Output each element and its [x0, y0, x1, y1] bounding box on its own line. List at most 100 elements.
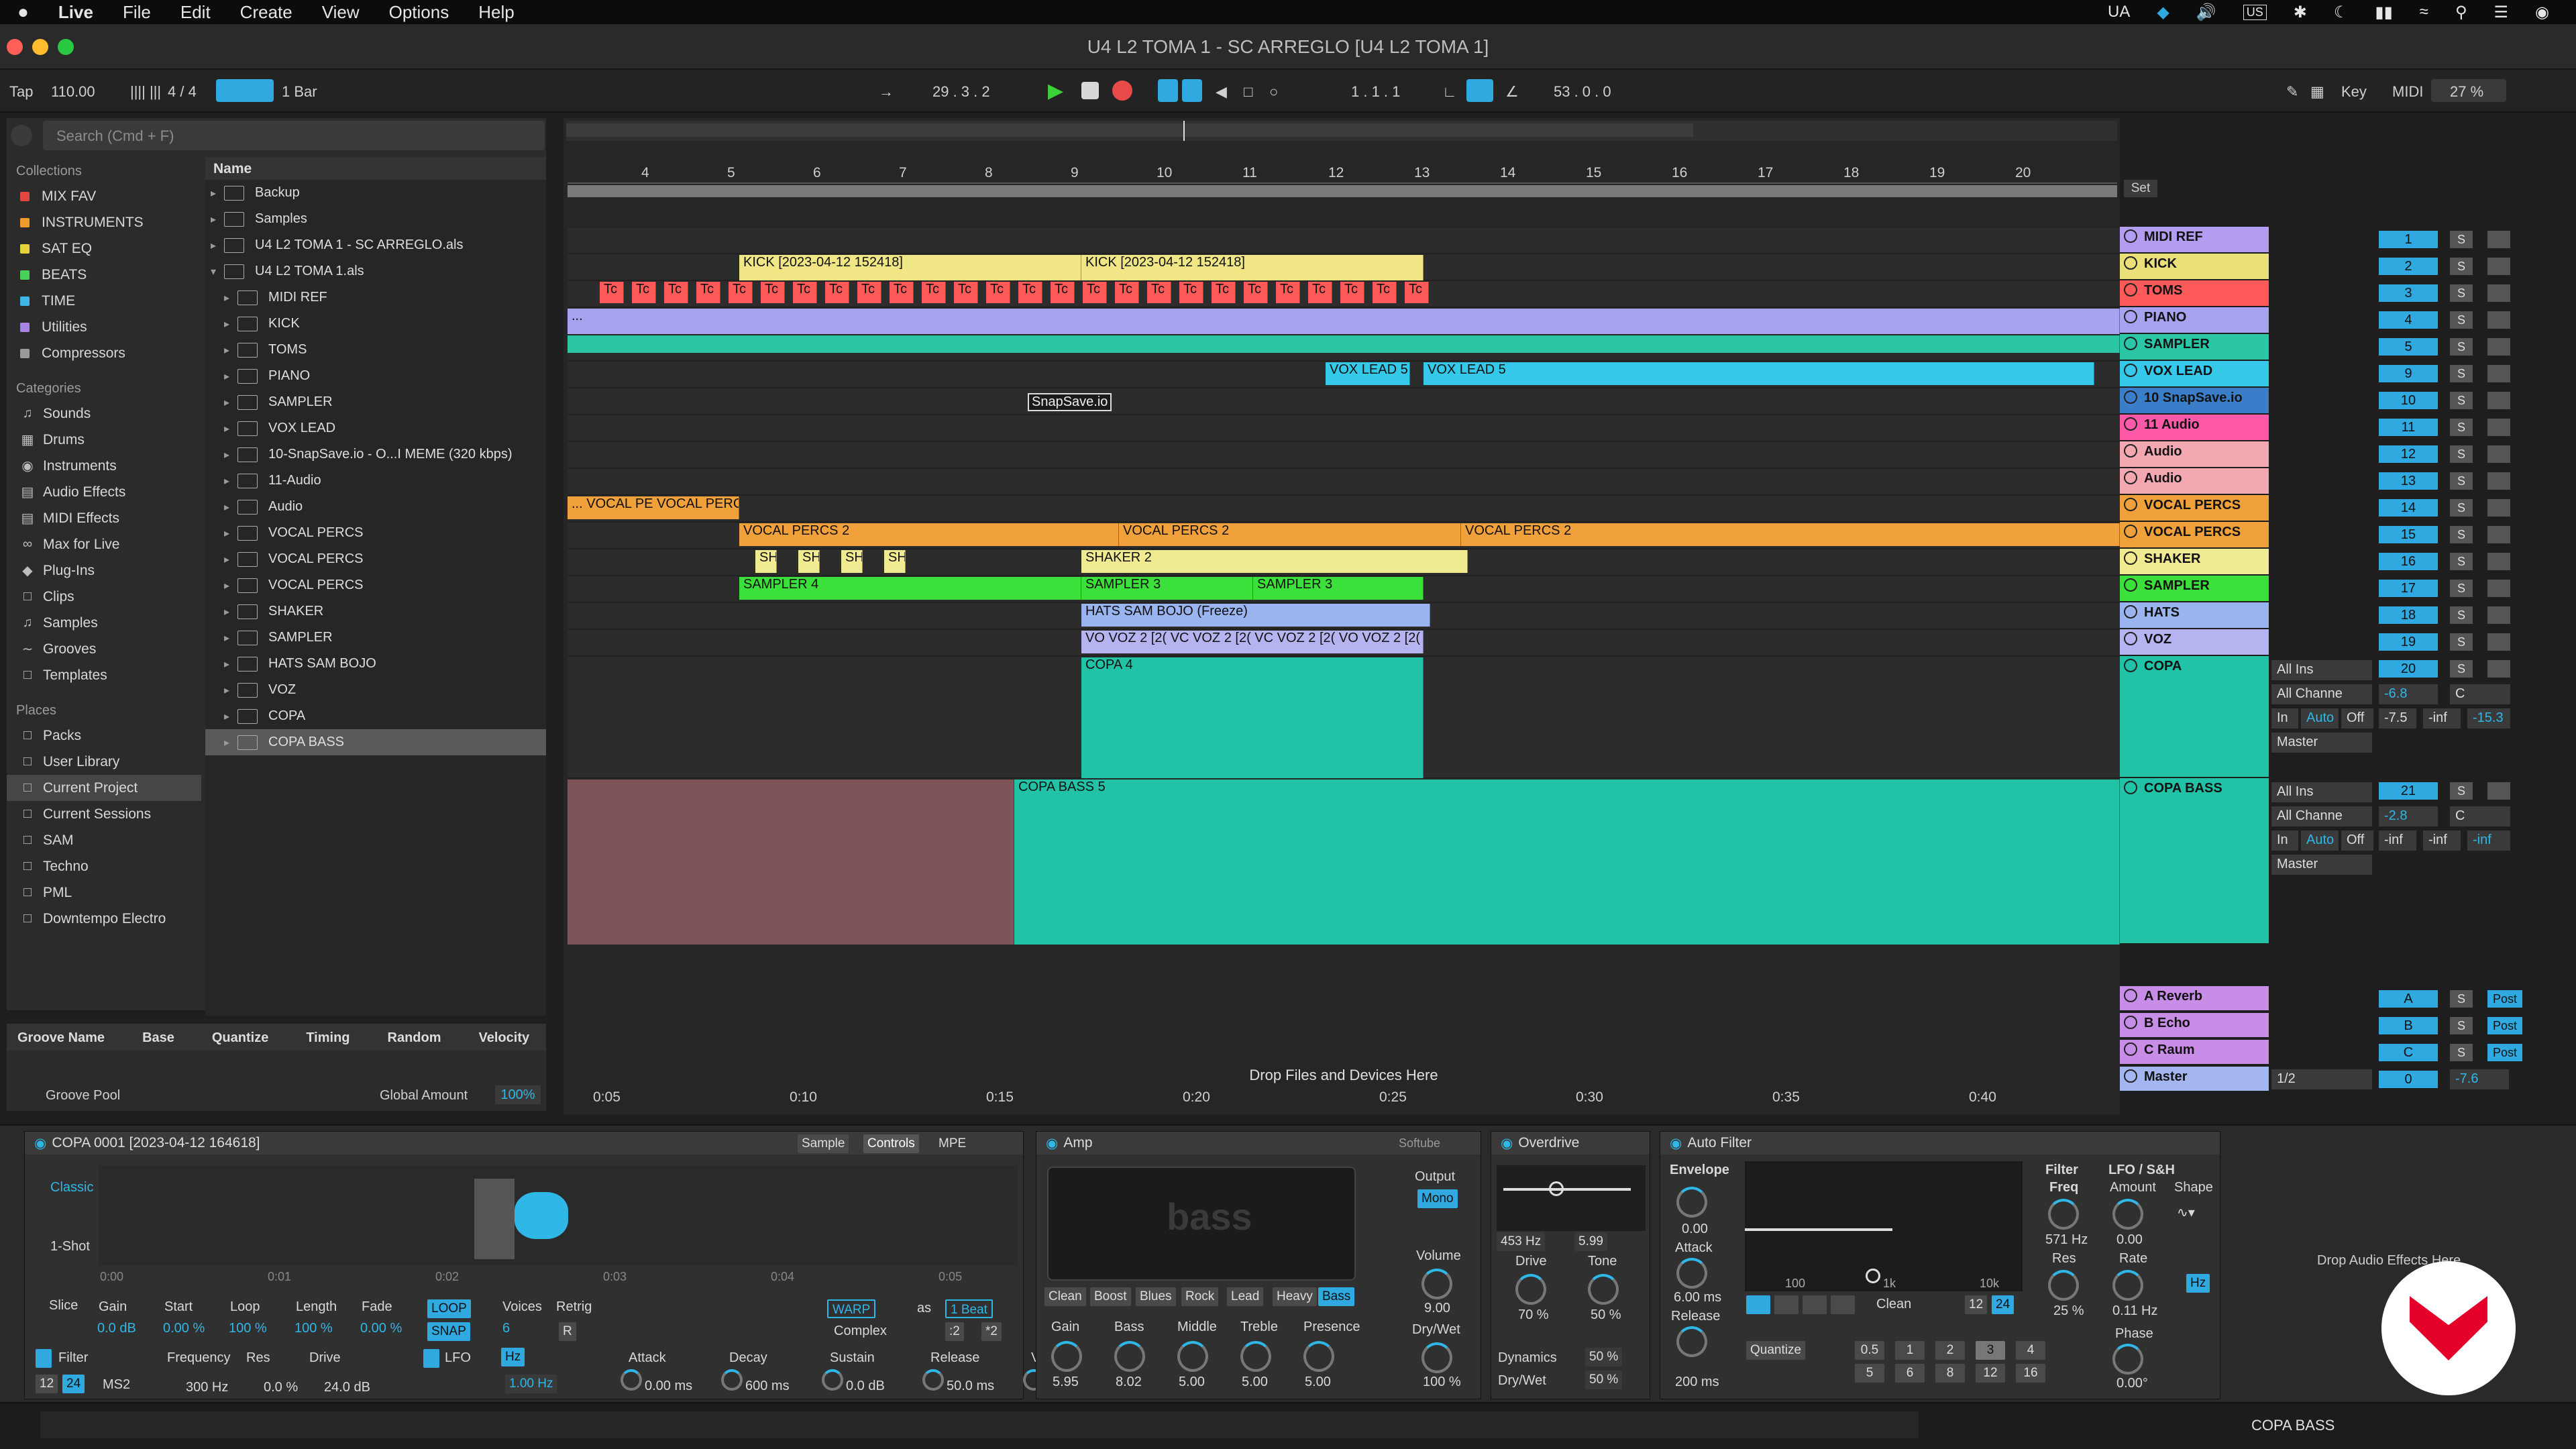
category-sounds[interactable]: ♫ Sounds: [7, 400, 201, 427]
amp-type-rock[interactable]: Rock: [1181, 1287, 1219, 1306]
toms-clip[interactable]: Tc: [1244, 282, 1268, 303]
browser-search-input[interactable]: Search (Cmd + F): [43, 121, 545, 150]
track-activator-button[interactable]: 21: [2379, 782, 2438, 800]
collapsed-arrow-icon[interactable]: ▸: [224, 684, 237, 697]
release-knob[interactable]: [1676, 1326, 1707, 1357]
master-cue-ratio[interactable]: 1/2: [2271, 1069, 2372, 1089]
midi-map-button[interactable]: MIDI: [2392, 83, 2423, 101]
time-signature-field[interactable]: 4 / 4: [168, 83, 197, 101]
toms-clip[interactable]: Tc: [696, 282, 720, 303]
filter-response-display[interactable]: 100 1k 10k: [1745, 1161, 2023, 1291]
toms-clip[interactable]: Tc: [1051, 282, 1075, 303]
browser-item[interactable]: ▸ U4 L2 TOMA 1 - SC ARREGLO.als: [205, 232, 546, 258]
return-post-button[interactable]: Post: [2487, 990, 2522, 1008]
track-solo-button[interactable]: S: [2450, 338, 2473, 356]
amp-drywet-knob[interactable]: [1421, 1342, 1452, 1373]
category-plug-ins[interactable]: ◆ Plug-Ins: [7, 557, 201, 584]
overdrive-width[interactable]: 5.99: [1574, 1232, 1607, 1251]
lfo-toggle[interactable]: [423, 1349, 439, 1368]
filter-24-button[interactable]: 24: [62, 1375, 85, 1393]
track-fold-icon[interactable]: [2124, 578, 2137, 592]
track-solo-button[interactable]: S: [2450, 580, 2473, 597]
collapsed-arrow-icon[interactable]: ▸: [224, 317, 237, 331]
highpass-button[interactable]: [1774, 1295, 1799, 1314]
copabass-peak-left[interactable]: -inf: [2379, 830, 2416, 851]
tempo-field[interactable]: 110.00: [51, 83, 95, 101]
draw-mode-icon[interactable]: ✎: [2286, 83, 2298, 101]
return-track-b-echo[interactable]: B Echo: [2120, 1013, 2269, 1037]
copabass-input-type-menu[interactable]: All Ins: [2271, 782, 2372, 802]
return-track-a-reverb[interactable]: A Reverb: [2120, 986, 2269, 1010]
track-solo-button[interactable]: S: [2450, 660, 2473, 678]
filter-frequency-value[interactable]: 300 Hz: [186, 1380, 228, 1395]
collapsed-arrow-icon[interactable]: ▸: [224, 605, 237, 619]
follow-icon[interactable]: →: [879, 83, 894, 101]
track-fold-icon[interactable]: [2124, 337, 2137, 350]
track-arm-icon[interactable]: [2487, 338, 2510, 356]
menu-help[interactable]: Help: [478, 2, 514, 23]
kick-clip[interactable]: KICK [2023-04-12 152418]: [1081, 255, 1424, 280]
collapsed-arrow-icon[interactable]: ▸: [224, 291, 237, 305]
amp-middle-knob[interactable]: [1177, 1341, 1208, 1372]
track-header-audio[interactable]: Audio: [2120, 468, 2269, 494]
return-activator-button[interactable]: B: [2379, 1017, 2438, 1034]
browser-toggle-icon[interactable]: [11, 125, 32, 146]
track-fold-icon[interactable]: [2124, 551, 2137, 565]
collapsed-arrow-icon[interactable]: ▸: [211, 239, 224, 252]
amp-power-icon[interactable]: ◉: [1046, 1135, 1058, 1152]
track-activator-button[interactable]: 16: [2379, 553, 2438, 570]
sampler-clip[interactable]: SAMPLER 3: [1081, 577, 1253, 600]
control-center-icon[interactable]: ☰: [2494, 3, 2509, 22]
track-arm-icon[interactable]: [2487, 553, 2510, 570]
apple-menu-icon[interactable]: ●: [17, 1, 29, 23]
sampler-gain-value[interactable]: 0.0 dB: [97, 1321, 136, 1336]
overdub-button[interactable]: [1158, 79, 1178, 102]
vox-lead-clip[interactable]: VOX LEAD 5: [1424, 362, 2094, 385]
return-activator-button[interactable]: C: [2379, 1044, 2438, 1061]
track-fold-icon[interactable]: [2124, 283, 2137, 297]
copabass-monitor-off-button[interactable]: Off: [2341, 830, 2373, 851]
track-activator-button[interactable]: 19: [2379, 633, 2438, 651]
amp-type-heavy[interactable]: Heavy: [1273, 1287, 1317, 1306]
lfo-rate-knob[interactable]: [2112, 1270, 2143, 1301]
collapsed-arrow-icon[interactable]: ▸: [224, 396, 237, 409]
track-fold-icon[interactable]: [2124, 632, 2137, 645]
toms-clip[interactable]: Tc: [922, 282, 946, 303]
place-user-library[interactable]: □ User Library: [7, 749, 201, 775]
name-column-header[interactable]: Name: [205, 157, 546, 180]
lfo-hz-button[interactable]: Hz: [2186, 1274, 2210, 1293]
copabass-monitor-auto-button[interactable]: Auto: [2301, 830, 2339, 851]
place-techno[interactable]: □ Techno: [7, 853, 201, 879]
quantize-step-0-5[interactable]: 0.5: [1855, 1341, 1884, 1360]
toms-clip[interactable]: Tc: [1018, 282, 1042, 303]
amp-type-clean[interactable]: Clean: [1044, 1287, 1086, 1306]
computer-keyboard-icon[interactable]: ▦: [2310, 83, 2324, 101]
filter-type-menu[interactable]: MS2: [103, 1377, 130, 1393]
overdrive-power-icon[interactable]: ◉: [1501, 1135, 1513, 1152]
amp-treble-knob[interactable]: [1240, 1341, 1271, 1372]
session-record-icon[interactable]: ○: [1269, 83, 1278, 101]
track-header-piano[interactable]: PIANO: [2120, 307, 2269, 333]
track-solo-button[interactable]: S: [2450, 311, 2473, 329]
collapsed-arrow-icon[interactable]: ▸: [224, 553, 237, 566]
copa-bass-clip[interactable]: COPA BASS 5: [1014, 780, 2120, 945]
toms-clip[interactable]: Tc: [600, 282, 624, 303]
loop-brace[interactable]: [568, 185, 2117, 197]
toms-clip[interactable]: Tc: [890, 282, 914, 303]
quantize-step-5[interactable]: 5: [1855, 1364, 1884, 1383]
envelope-decay-knob[interactable]: [721, 1369, 743, 1391]
amp-mono-button[interactable]: Mono: [1417, 1189, 1458, 1208]
global-amount-field[interactable]: 100%: [495, 1085, 541, 1104]
amp-bass-knob[interactable]: [1114, 1341, 1145, 1372]
play-button-icon[interactable]: ▶: [1048, 79, 1063, 103]
track-solo-button[interactable]: S: [2450, 472, 2473, 490]
track-fold-icon[interactable]: [2124, 605, 2137, 619]
notch-button[interactable]: [1831, 1295, 1855, 1314]
filter-toggle[interactable]: [36, 1349, 52, 1368]
controls-tab[interactable]: Controls: [863, 1134, 919, 1153]
hats-clip[interactable]: HATS SAM BOJO (Freeze): [1081, 604, 1430, 627]
filter-res-knob[interactable]: [2048, 1270, 2079, 1301]
quantize-step-1[interactable]: 1: [1895, 1341, 1925, 1360]
place-packs[interactable]: □ Packs: [7, 722, 201, 749]
copabass-volume-field[interactable]: -2.8: [2379, 806, 2438, 826]
